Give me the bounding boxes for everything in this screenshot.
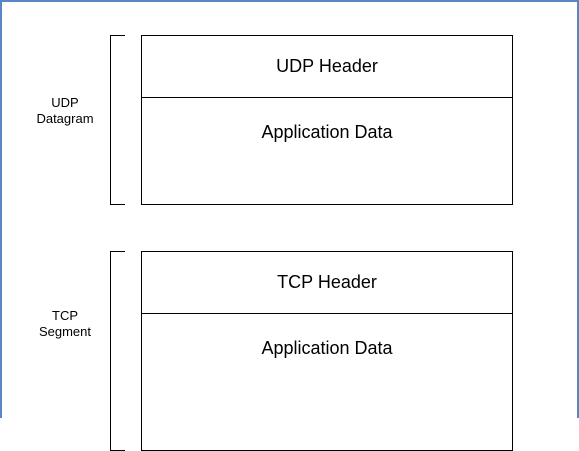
tcp-application-data-text: Application Data — [261, 338, 393, 358]
udp-datagram-block: UDP Header Application Data — [141, 35, 513, 205]
tcp-header-box: TCP Header — [142, 252, 512, 314]
tcp-application-data-box: Application Data — [142, 314, 512, 359]
udp-header-text: UDP Header — [276, 56, 378, 76]
tcp-segment-block: TCP Header Application Data — [141, 251, 513, 451]
udp-application-data-text: Application Data — [261, 122, 393, 142]
tcp-segment-label: TCP Segment — [38, 308, 92, 339]
udp-application-data-box: Application Data — [142, 98, 512, 143]
udp-datagram-label: UDP Datagram — [36, 95, 94, 126]
tcp-segment-bracket — [110, 251, 125, 451]
diagram-canvas: UDP Datagram UDP Header Application Data… — [0, 0, 579, 451]
udp-header-box: UDP Header — [142, 36, 512, 98]
udp-datagram-bracket — [110, 35, 125, 205]
tcp-header-text: TCP Header — [277, 272, 377, 292]
